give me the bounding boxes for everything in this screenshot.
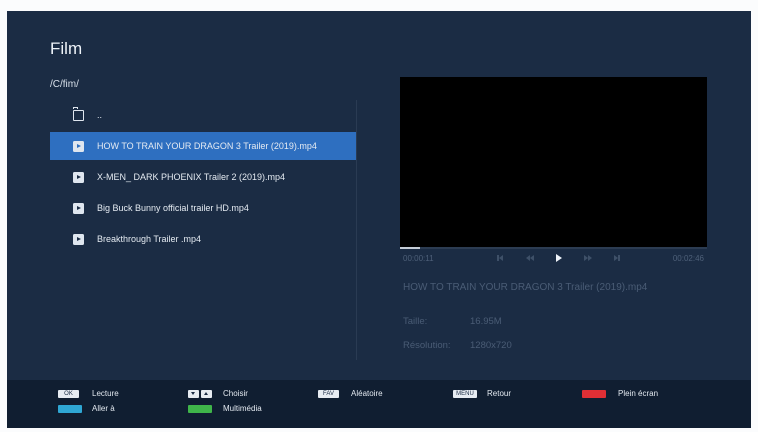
playing-file-name: HOW TO TRAIN YOUR DRAGON 3 Trailer (2019…	[403, 282, 648, 293]
resolution-label: Résolution:	[403, 340, 451, 351]
list-item[interactable]: Breakthrough Trailer .mp4	[50, 225, 356, 253]
file-name: ..	[97, 110, 103, 120]
ok-key: OK	[58, 390, 79, 398]
divider	[356, 100, 357, 360]
list-item-selected[interactable]: HOW TO TRAIN YOUR DRAGON 3 Trailer (2019…	[50, 132, 356, 160]
green-label: Multimédia	[223, 404, 262, 413]
list-item-parent-folder[interactable]: ..	[50, 101, 356, 129]
choose-label: Choisir	[223, 389, 248, 398]
skip-previous-icon[interactable]	[497, 253, 503, 263]
total-time: 00:02:46	[672, 254, 704, 263]
file-name: Big Buck Bunny official trailer HD.mp4	[97, 203, 249, 213]
video-file-icon	[73, 233, 84, 245]
menu-label: Retour	[487, 389, 512, 398]
folder-icon	[72, 107, 84, 121]
list-item[interactable]: X-MEN_ DARK PHOENIX Trailer 2 (2019).mp4	[50, 163, 356, 191]
current-time: 00:00:11	[403, 254, 434, 263]
menu-key: MENU	[453, 390, 477, 398]
page-title: Film	[50, 39, 83, 58]
skip-next-icon[interactable]	[614, 253, 620, 263]
arrow-down-icon	[188, 390, 199, 398]
arrow-up-icon	[201, 390, 212, 398]
size-label: Taille:	[403, 316, 428, 327]
fast-forward-icon[interactable]	[584, 253, 592, 263]
video-preview[interactable]	[400, 77, 707, 247]
file-name: X-MEN_ DARK PHOENIX Trailer 2 (2019).mp4	[97, 172, 286, 182]
rewind-icon[interactable]	[526, 253, 534, 263]
breadcrumb: /C/fim/	[50, 79, 79, 90]
red-key	[582, 390, 606, 398]
size-value: 16.95M	[470, 316, 502, 327]
blue-label: Aller à	[92, 404, 115, 413]
video-file-icon	[73, 202, 84, 214]
file-list: .. HOW TO TRAIN YOUR DRAGON 3 Trailer (2…	[50, 101, 356, 256]
key-legend	[7, 380, 751, 428]
video-file-icon	[73, 171, 84, 183]
resolution-value: 1280x720	[470, 340, 512, 351]
video-file-icon	[73, 140, 84, 152]
play-icon[interactable]	[556, 253, 562, 263]
file-name: Breakthrough Trailer .mp4	[97, 234, 202, 244]
ok-label: Lecture	[92, 389, 119, 398]
file-name: HOW TO TRAIN YOUR DRAGON 3 Trailer (2019…	[97, 141, 317, 151]
red-label: Plein écran	[618, 389, 659, 398]
progress-bar[interactable]	[400, 247, 707, 249]
fav-label: Aléatoire	[351, 389, 383, 398]
progress-fill	[400, 247, 421, 249]
playback-controls: 00:00:11 00:02:46	[400, 250, 707, 266]
list-item[interactable]: Big Buck Bunny official trailer HD.mp4	[50, 194, 356, 222]
blue-key	[58, 405, 82, 413]
fav-key: FAV	[318, 390, 339, 398]
green-key	[188, 405, 212, 413]
